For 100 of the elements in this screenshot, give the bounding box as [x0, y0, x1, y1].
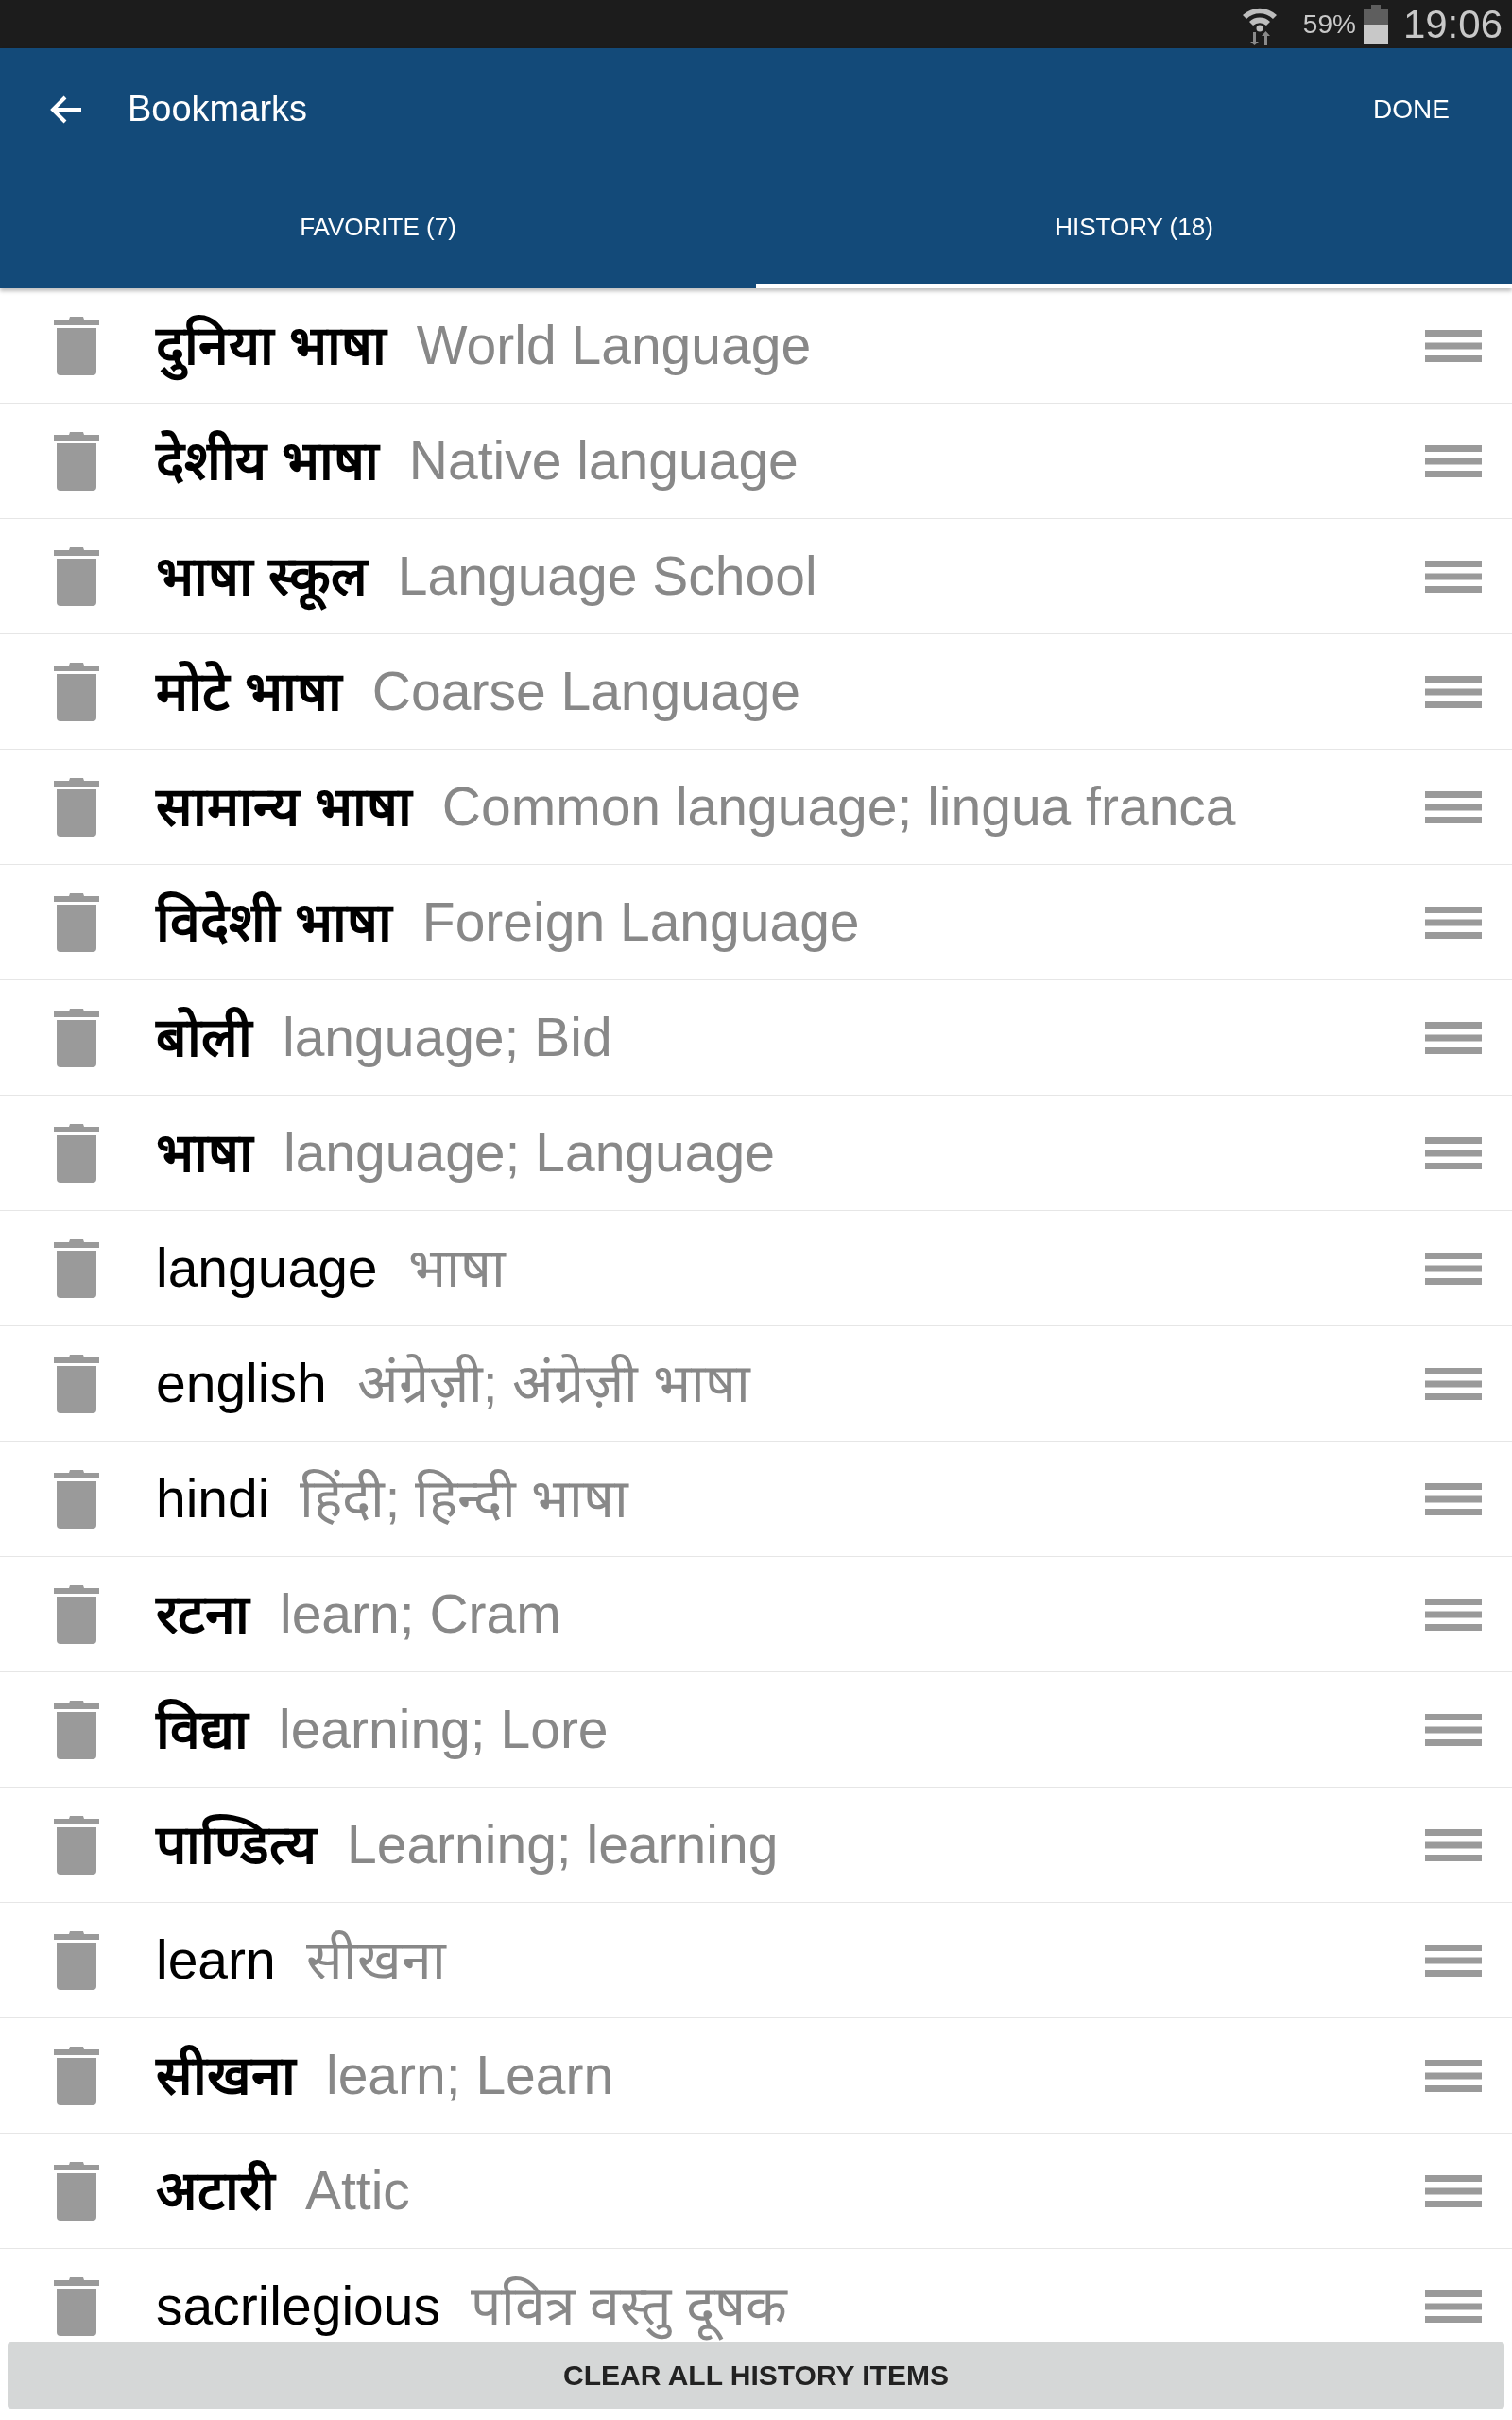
translation: Native language — [408, 429, 799, 493]
delete-button[interactable] — [54, 1584, 99, 1644]
delete-button[interactable] — [54, 1469, 99, 1529]
done-button[interactable]: DONE — [1369, 88, 1453, 130]
translation: language; Language — [284, 1121, 775, 1185]
translation: अंग्रेज़ी; अंग्रेज़ी भाषा — [356, 1352, 751, 1416]
drag-handle[interactable] — [1425, 329, 1482, 362]
bookmark-row[interactable]: मोटे भाषा Coarse Language — [0, 634, 1512, 750]
translation: Language School — [397, 544, 817, 609]
drag-handle[interactable] — [1425, 1944, 1482, 1977]
translation: Common language; lingua franca — [441, 775, 1236, 839]
trash-icon — [54, 2046, 99, 2105]
headword: सीखना — [156, 2044, 296, 2108]
bookmark-row[interactable]: learn सीखना — [0, 1903, 1512, 2018]
drag-handle[interactable] — [1425, 1828, 1482, 1861]
delete-button[interactable] — [54, 662, 99, 721]
delete-button[interactable] — [54, 546, 99, 606]
drag-handle-icon — [1425, 1482, 1482, 1515]
bookmark-row[interactable]: सामान्य भाषा Common language; lingua franca — [0, 750, 1512, 865]
translation: learning; Lore — [279, 1698, 609, 1762]
delete-button[interactable] — [54, 1815, 99, 1875]
bookmark-row[interactable]: विद्या learning; Lore — [0, 1672, 1512, 1788]
delete-button[interactable] — [54, 1930, 99, 1990]
bookmark-row[interactable]: भाषा language; Language — [0, 1096, 1512, 1211]
translation: भाषा — [407, 1236, 506, 1301]
bookmark-row[interactable]: देशीय भाषा Native language — [0, 404, 1512, 519]
bookmark-row[interactable]: रटना learn; Cram — [0, 1557, 1512, 1672]
drag-handle[interactable] — [1425, 1713, 1482, 1746]
tab[interactable]: FAVORITE (7) — [0, 170, 756, 288]
trash-icon — [54, 1238, 99, 1298]
headword: पाण्डित्य — [156, 1813, 317, 1877]
headword: रटना — [156, 1582, 249, 1647]
drag-handle-icon — [1425, 1598, 1482, 1631]
drag-handle[interactable] — [1425, 1367, 1482, 1400]
drag-handle-icon — [1425, 560, 1482, 593]
delete-button[interactable] — [54, 1123, 99, 1183]
bookmark-row[interactable]: भाषा स्कूल Language School — [0, 519, 1512, 634]
trash-icon — [54, 316, 99, 375]
translation: learn; Cram — [280, 1582, 561, 1647]
drag-handle[interactable] — [1425, 2174, 1482, 2207]
translation: पवित्र वस्तु दूषक — [471, 2270, 787, 2342]
delete-button[interactable] — [54, 2046, 99, 2105]
drag-handle[interactable] — [1425, 1252, 1482, 1285]
bookmark-row[interactable]: english अंग्रेज़ी; अंग्रेज़ी भाषा — [0, 1326, 1512, 1442]
drag-handle[interactable] — [1425, 790, 1482, 823]
drag-handle-icon — [1425, 2290, 1482, 2323]
bookmark-row[interactable]: पाण्डित्य Learning; learning — [0, 1788, 1512, 1903]
clock-time: 19:06 — [1402, 1, 1503, 47]
drag-handle-icon — [1425, 329, 1482, 362]
delete-button[interactable] — [54, 1238, 99, 1298]
trash-icon — [54, 1123, 99, 1183]
delete-button[interactable] — [54, 316, 99, 375]
drag-handle[interactable] — [1425, 1136, 1482, 1169]
headword: भाषा — [156, 1121, 253, 1185]
translation: Coarse Language — [371, 660, 801, 724]
drag-handle[interactable] — [1425, 675, 1482, 708]
bookmark-row[interactable]: विदेशी भाषा Foreign Language — [0, 865, 1512, 980]
drag-handle[interactable] — [1425, 560, 1482, 593]
delete-button[interactable] — [54, 892, 99, 952]
bookmark-row[interactable]: अटारी Attic — [0, 2134, 1512, 2249]
drag-handle-icon — [1425, 1021, 1482, 1054]
battery-icon — [1363, 4, 1388, 44]
drag-handle[interactable] — [1425, 2290, 1482, 2323]
delete-button[interactable] — [54, 431, 99, 491]
headword: विद्या — [156, 1698, 249, 1762]
bookmark-row[interactable]: दुनिया भाषा World Language — [0, 288, 1512, 404]
drag-handle-icon — [1425, 790, 1482, 823]
screen-title: Bookmarks — [128, 89, 309, 130]
drag-handle[interactable] — [1425, 1598, 1482, 1631]
tab[interactable]: HISTORY (18) — [756, 170, 1512, 288]
clear-history-button[interactable]: CLEAR ALL HISTORY ITEMS — [8, 2342, 1504, 2409]
bookmark-row[interactable]: hindi हिंदी; हिन्दी भाषा — [0, 1442, 1512, 1557]
trash-icon — [54, 1354, 99, 1413]
trash-icon — [54, 1008, 99, 1067]
drag-handle[interactable] — [1425, 906, 1482, 939]
trash-icon — [54, 662, 99, 721]
bookmark-row[interactable]: language भाषा — [0, 1211, 1512, 1326]
drag-handle-icon — [1425, 675, 1482, 708]
delete-button[interactable] — [54, 777, 99, 837]
trash-icon — [54, 1815, 99, 1875]
delete-button[interactable] — [54, 1008, 99, 1067]
drag-handle[interactable] — [1425, 1482, 1482, 1515]
battery-percentage: 59% — [1302, 9, 1356, 40]
delete-button[interactable] — [54, 1700, 99, 1759]
delete-button[interactable] — [54, 2161, 99, 2221]
headword: बोली — [156, 1006, 252, 1070]
bookmark-row[interactable]: बोली language; Bid — [0, 980, 1512, 1096]
headword: sacrilegious — [156, 2274, 440, 2339]
drag-handle[interactable] — [1425, 2059, 1482, 2092]
headword: learn — [156, 1928, 276, 1993]
delete-button[interactable] — [54, 1354, 99, 1413]
bookmark-row[interactable]: सीखना learn; Learn — [0, 2018, 1512, 2134]
delete-button[interactable] — [54, 2276, 99, 2336]
drag-handle[interactable] — [1425, 444, 1482, 477]
trash-icon — [54, 892, 99, 952]
drag-handle-icon — [1425, 1828, 1482, 1861]
trash-icon — [54, 546, 99, 606]
trash-icon — [54, 2161, 99, 2221]
headword: सामान्य भाषा — [156, 775, 412, 839]
drag-handle[interactable] — [1425, 1021, 1482, 1054]
